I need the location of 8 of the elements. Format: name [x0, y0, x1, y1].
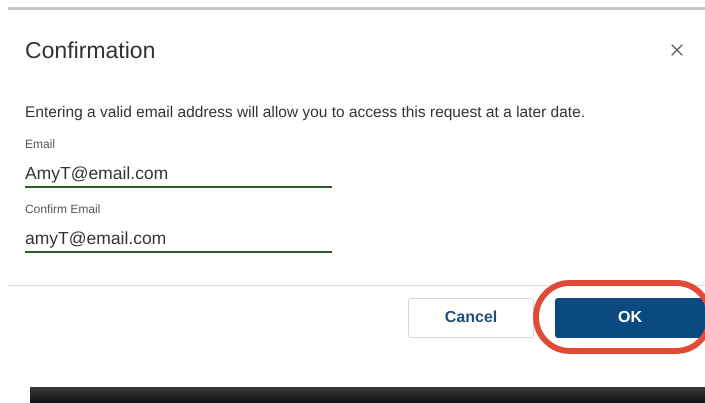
field-label: Confirm Email — [25, 202, 102, 217]
dialog-title: Confirmation — [25, 36, 156, 65]
field-label: Email — [25, 137, 56, 152]
ok-button[interactable]: OK — [555, 298, 705, 338]
email-field[interactable]: AmyT@email.com — [25, 160, 332, 188]
cancel-button[interactable]: Cancel — [408, 298, 534, 338]
email-field[interactable]: amyT@email.com — [25, 225, 332, 253]
message-text: Entering a valid email address will allow you to access this request at a later date. — [24, 103, 586, 123]
